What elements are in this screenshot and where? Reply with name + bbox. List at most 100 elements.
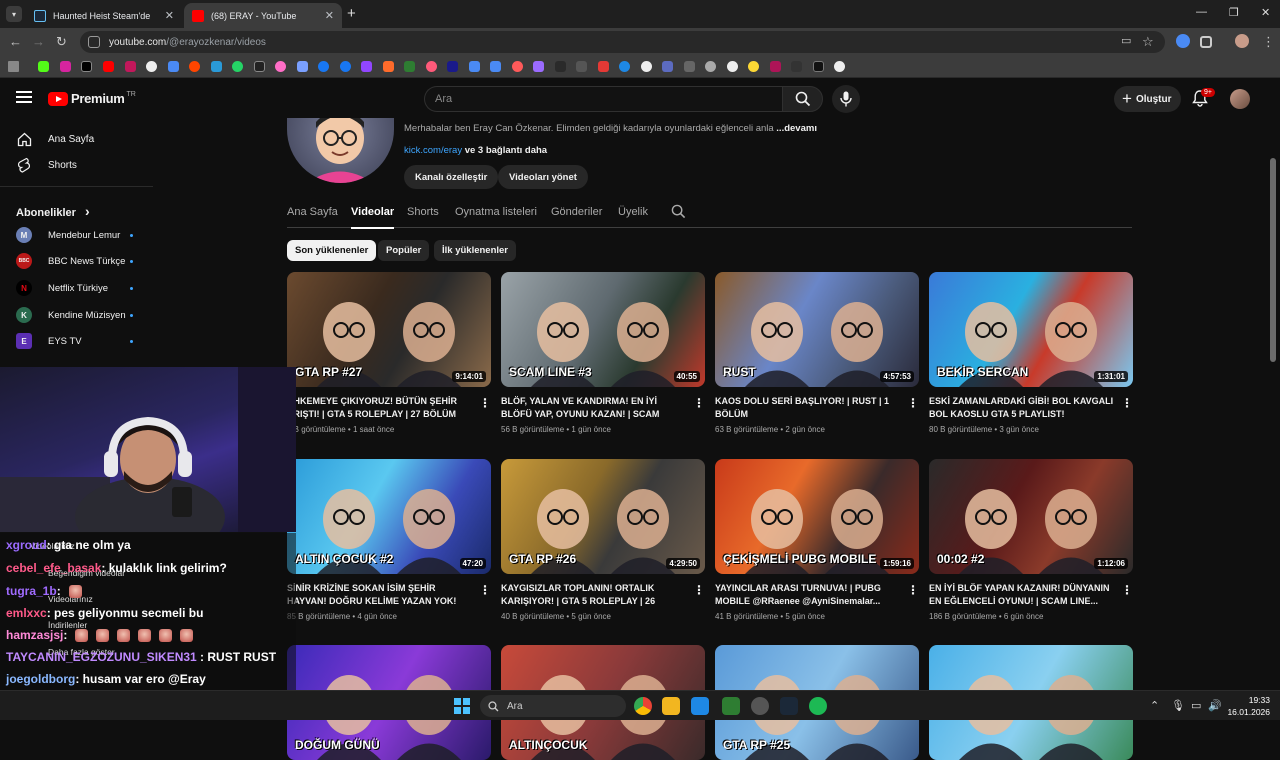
youtube-bookmark-icon[interactable] <box>103 61 114 72</box>
bookmark-icon[interactable] <box>662 61 673 72</box>
extension-icon[interactable] <box>1176 34 1190 48</box>
bookmark-icon[interactable] <box>254 61 265 72</box>
video-title[interactable]: AHKEMEYE ÇIKIYORUZ! BÜTÜN ŞEHİR ARIŞTI! … <box>287 395 473 421</box>
photos-taskbar-icon[interactable] <box>691 697 709 715</box>
more-actions-icon[interactable]: ⋮ <box>693 583 705 597</box>
bookmark-icon[interactable] <box>727 61 738 72</box>
guide-item-home[interactable]: Ana Sayfa <box>0 126 153 152</box>
create-button[interactable]: + Oluştur <box>1114 86 1181 112</box>
video-card[interactable]: ALTIN ÇOCUK #2 47:20 SİNİR KRİZİNE SOKAN İ… <box>287 459 491 621</box>
windows-start-icon[interactable] <box>454 698 470 714</box>
cast-icon[interactable]: ▭ <box>1121 34 1131 47</box>
tab-search-icon[interactable]: ▾ <box>6 6 22 22</box>
more-actions-icon[interactable]: ⋮ <box>479 396 491 410</box>
video-thumbnail[interactable]: ALTIN ÇOCUK #2 47:20 <box>287 459 491 574</box>
video-card[interactable]: SCAM LINE #3 40:55 BLÖF, YALAN VE KANDIRMA… <box>501 272 705 434</box>
video-title[interactable]: SİNİR KRİZİNE SOKAN İSİM ŞEHİR HAYVAN! D… <box>287 582 473 608</box>
channel-links[interactable]: kick.com/eray ve 3 bağlantı daha <box>404 145 547 156</box>
chip-popular[interactable]: Popüler <box>378 240 430 261</box>
video-thumbnail[interactable]: GTA RP #27 9:14:01 <box>287 272 491 387</box>
tab-playlists[interactable]: Oynatma listeleri <box>455 206 537 218</box>
bookmark-icon[interactable] <box>469 61 480 72</box>
bookmark-icon[interactable] <box>834 61 845 72</box>
apps-grid-icon[interactable] <box>8 61 19 72</box>
chip-latest[interactable]: Son yüklenenler <box>287 240 377 261</box>
kick-bookmark-icon[interactable] <box>38 61 49 72</box>
channel-search-icon[interactable] <box>671 204 686 222</box>
browser-menu-icon[interactable]: ⋮ <box>1262 34 1275 50</box>
steam-taskbar-icon[interactable] <box>780 697 798 715</box>
bookmark-icon[interactable] <box>125 61 136 72</box>
bookmark-icon[interactable] <box>404 61 415 72</box>
video-title[interactable]: YAYINCILAR ARASI TURNUVA! | PUBG MOBILE … <box>715 582 901 608</box>
bookmark-icon[interactable] <box>146 61 157 72</box>
bookmark-icon[interactable] <box>297 61 308 72</box>
network-tray-icon[interactable]: ▭ <box>1191 699 1201 712</box>
new-tab-icon[interactable]: + <box>347 5 356 22</box>
bookmark-icon[interactable] <box>748 61 759 72</box>
bookmark-icon[interactable] <box>168 61 179 72</box>
close-icon[interactable]: ✕ <box>325 9 334 22</box>
subscription-item[interactable]: N Netflix Türkiye <box>16 275 153 301</box>
bookmark-icon[interactable] <box>791 61 802 72</box>
tray-chevron-up-icon[interactable]: ⌃ <box>1150 699 1159 712</box>
video-title[interactable]: KAOS DOLU SERİ BAŞLIYOR! | RUST | 1 BÖLÜ… <box>715 395 901 421</box>
bookmark-icon[interactable] <box>318 61 329 72</box>
customize-channel-button[interactable]: Kanalı özelleştir <box>404 165 499 189</box>
video-thumbnail[interactable]: SCAM LINE #3 40:55 <box>501 272 705 387</box>
menu-icon[interactable] <box>16 91 32 103</box>
page-scrollbar[interactable] <box>1270 158 1276 362</box>
bookmark-icon[interactable] <box>598 61 609 72</box>
browser-tab-youtube[interactable]: (68) ERAY - YouTube ✕ <box>184 3 342 28</box>
instagram-bookmark-icon[interactable] <box>60 61 71 72</box>
bookmark-icon[interactable] <box>576 61 587 72</box>
bookmark-icon[interactable] <box>770 61 781 72</box>
video-card[interactable]: 00:02 #2 1:12:06 EN İYİ BLÖF YAPAN KAZANIR… <box>929 459 1133 621</box>
video-title[interactable]: ESKİ ZAMANLARDAKİ GİBİ! BOL KAVGALI BOL … <box>929 395 1115 421</box>
restore-icon[interactable]: ❐ <box>1229 6 1239 19</box>
voice-search-button[interactable] <box>832 85 860 113</box>
reddit-bookmark-icon[interactable] <box>189 61 200 72</box>
subscriptions-heading[interactable]: Abonelikler › <box>16 203 90 219</box>
more-actions-icon[interactable]: ⋮ <box>479 583 491 597</box>
back-icon[interactable]: ← <box>9 34 22 49</box>
extensions-puzzle-icon[interactable] <box>1200 36 1212 48</box>
guide-item-shorts[interactable]: Shorts <box>0 152 153 178</box>
search-button[interactable] <box>782 86 823 112</box>
close-icon[interactable]: ✕ <box>165 9 174 22</box>
tab-home[interactable]: Ana Sayfa <box>287 206 338 218</box>
subscription-item[interactable]: M Mendebur Lemur <box>16 222 153 248</box>
youtube-premium-logo[interactable]: Premium TR <box>48 91 136 106</box>
video-title[interactable]: EN İYİ BLÖF YAPAN KAZANIR! DÜNYANIN EN E… <box>929 582 1115 608</box>
kick-link[interactable]: kick.com/eray <box>404 145 462 156</box>
video-title[interactable]: BLÖF, YALAN VE KANDIRMA! EN İYİ BLÖFÜ YA… <box>501 395 687 421</box>
site-info-icon[interactable] <box>88 36 100 48</box>
microphone-tray-icon[interactable]: 🎙 <box>1171 699 1185 712</box>
channel-description[interactable]: Merhabalar ben Eray Can Özkenar. Elimden… <box>404 123 817 134</box>
tab-videos[interactable]: Videolar <box>351 206 395 229</box>
tab-posts[interactable]: Gönderiler <box>551 206 602 218</box>
video-thumbnail[interactable]: ÇEKİŞMELİ PUBG MOBILE 1:59:16 <box>715 459 919 574</box>
taskbar-clock[interactable]: 19:33 16.01.2026 <box>1222 694 1270 718</box>
app-taskbar-icon[interactable] <box>722 697 740 715</box>
bookmark-icon[interactable] <box>426 61 437 72</box>
video-thumbnail[interactable]: RUST 4:57:53 <box>715 272 919 387</box>
whatsapp-bookmark-icon[interactable] <box>232 61 243 72</box>
video-thumbnail[interactable]: GTA RP #26 4:29:50 <box>501 459 705 574</box>
video-card[interactable]: ÇEKİŞMELİ PUBG MOBILE 1:59:16 YAYINCILAR A… <box>715 459 919 621</box>
more-actions-icon[interactable]: ⋮ <box>1121 583 1133 597</box>
spotify-taskbar-icon[interactable] <box>809 697 827 715</box>
facebook-bookmark-icon[interactable] <box>340 61 351 72</box>
reload-icon[interactable]: ↻ <box>56 34 67 50</box>
browser-tab-steam[interactable]: Haunted Heist Steam'de ✕ <box>26 3 182 28</box>
manage-videos-button[interactable]: Videoları yönet <box>498 165 588 189</box>
video-card[interactable]: BEKİR SERCAN 1:31:01 ESKİ ZAMANLARDAKİ GİB… <box>929 272 1133 434</box>
forward-icon[interactable]: → <box>32 34 45 49</box>
bookmark-icon[interactable] <box>641 61 652 72</box>
more-link[interactable]: ...devamı <box>776 123 817 134</box>
search-input[interactable]: Ara <box>424 86 782 112</box>
channel-avatar[interactable] <box>287 118 394 183</box>
bookmark-icon[interactable] <box>705 61 716 72</box>
bookmark-icon[interactable] <box>383 61 394 72</box>
more-actions-icon[interactable]: ⋮ <box>907 583 919 597</box>
